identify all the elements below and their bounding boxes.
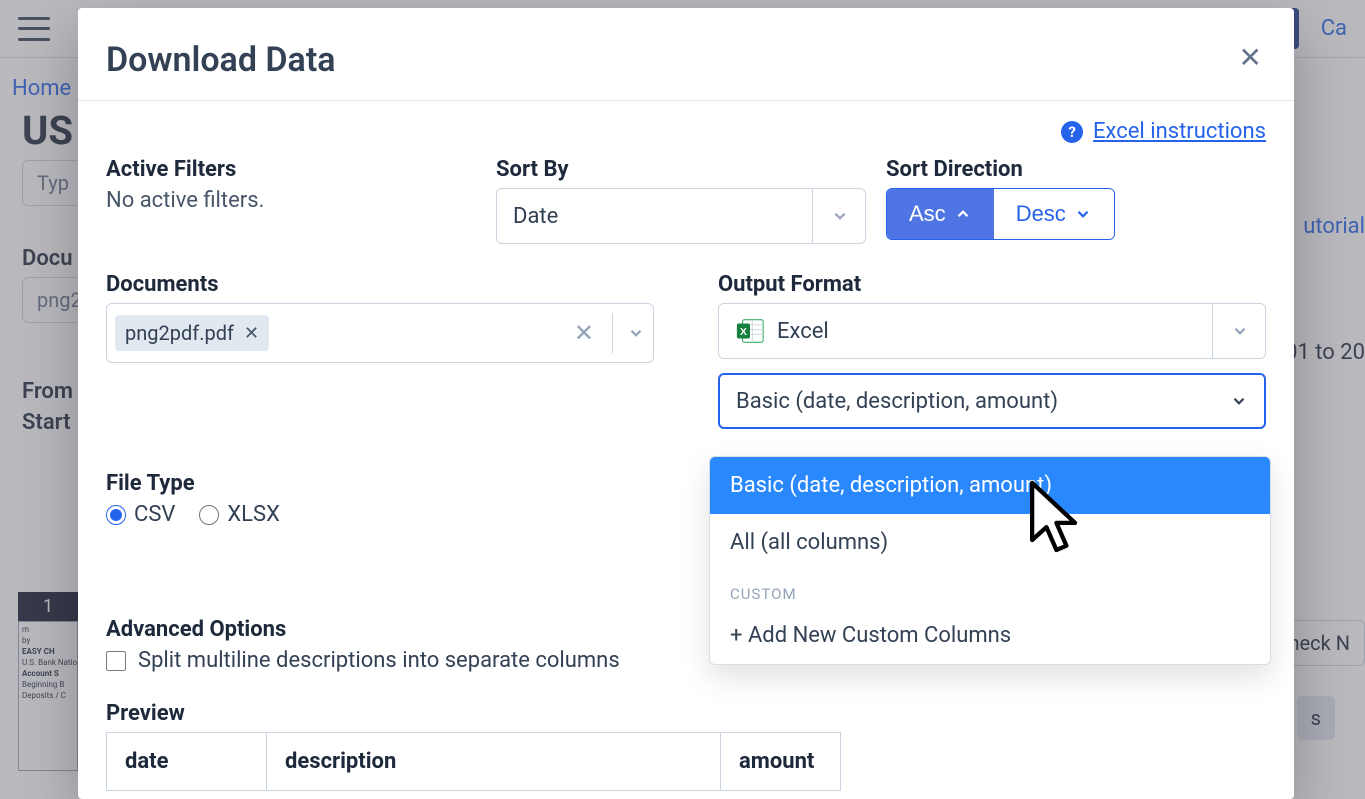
excel-instructions-label: Excel instructions	[1093, 119, 1266, 144]
chevron-down-icon	[1212, 304, 1249, 358]
columns-dropdown: Basic (date, description, amount) All (a…	[709, 456, 1271, 665]
output-format-value: Excel	[777, 319, 829, 344]
active-filters-value: No active filters.	[106, 188, 476, 213]
dropdown-option-basic[interactable]: Basic (date, description, amount)	[710, 457, 1270, 514]
sort-direction-label: Sort Direction	[886, 157, 1266, 182]
columns-select[interactable]: Basic (date, description, amount)	[718, 373, 1266, 429]
preview-label: Preview	[106, 701, 1266, 726]
sort-by-select[interactable]: Date	[496, 188, 866, 244]
modal-title: Download Data	[106, 40, 336, 80]
output-format-label: Output Format	[718, 272, 1266, 297]
dropdown-option-all[interactable]: All (all columns)	[710, 514, 1270, 571]
close-icon[interactable]: ✕	[1235, 40, 1266, 76]
file-type-xlsx-radio[interactable]: XLSX	[199, 502, 280, 527]
documents-section-label: Documents	[106, 272, 654, 297]
excel-icon: X	[735, 316, 765, 346]
svg-text:X: X	[740, 327, 747, 338]
file-type-csv-radio[interactable]: CSV	[106, 502, 175, 527]
col-date: date	[107, 733, 267, 791]
excel-instructions-link[interactable]: ? Excel instructions	[1061, 119, 1266, 144]
table-header-row: date description amount	[107, 733, 841, 791]
document-chip-label: png2pdf.pdf	[125, 321, 234, 345]
sort-by-value: Date	[513, 204, 558, 229]
dropdown-custom-header: CUSTOM	[710, 571, 1270, 607]
preview-table: date description amount	[106, 732, 841, 791]
output-format-select[interactable]: X Excel	[718, 303, 1266, 359]
sort-by-label: Sort By	[496, 157, 866, 182]
columns-select-value: Basic (date, description, amount)	[736, 389, 1058, 414]
chip-remove-icon[interactable]: ✕	[244, 323, 259, 344]
chevron-down-icon	[1212, 375, 1248, 427]
dropdown-add-custom[interactable]: + Add New Custom Columns	[710, 607, 1270, 664]
clear-all-icon[interactable]: ✕	[566, 319, 602, 347]
chevron-down-icon[interactable]	[612, 313, 645, 353]
sort-desc-button[interactable]: Desc	[994, 189, 1114, 239]
col-amount: amount	[721, 733, 841, 791]
help-icon: ?	[1061, 121, 1083, 143]
sort-direction-toggle: Asc Desc	[886, 188, 1115, 240]
document-chip: png2pdf.pdf ✕	[115, 315, 269, 351]
sort-asc-button[interactable]: Asc	[887, 189, 994, 239]
split-multiline-label: Split multiline descriptions into separa…	[138, 648, 620, 673]
active-filters-label: Active Filters	[106, 157, 476, 182]
chevron-down-icon	[812, 189, 849, 243]
download-data-modal: Download Data ✕ ? Excel instructions Act…	[78, 8, 1294, 799]
col-description: description	[267, 733, 721, 791]
documents-multiselect[interactable]: png2pdf.pdf ✕ ✕	[106, 303, 654, 363]
